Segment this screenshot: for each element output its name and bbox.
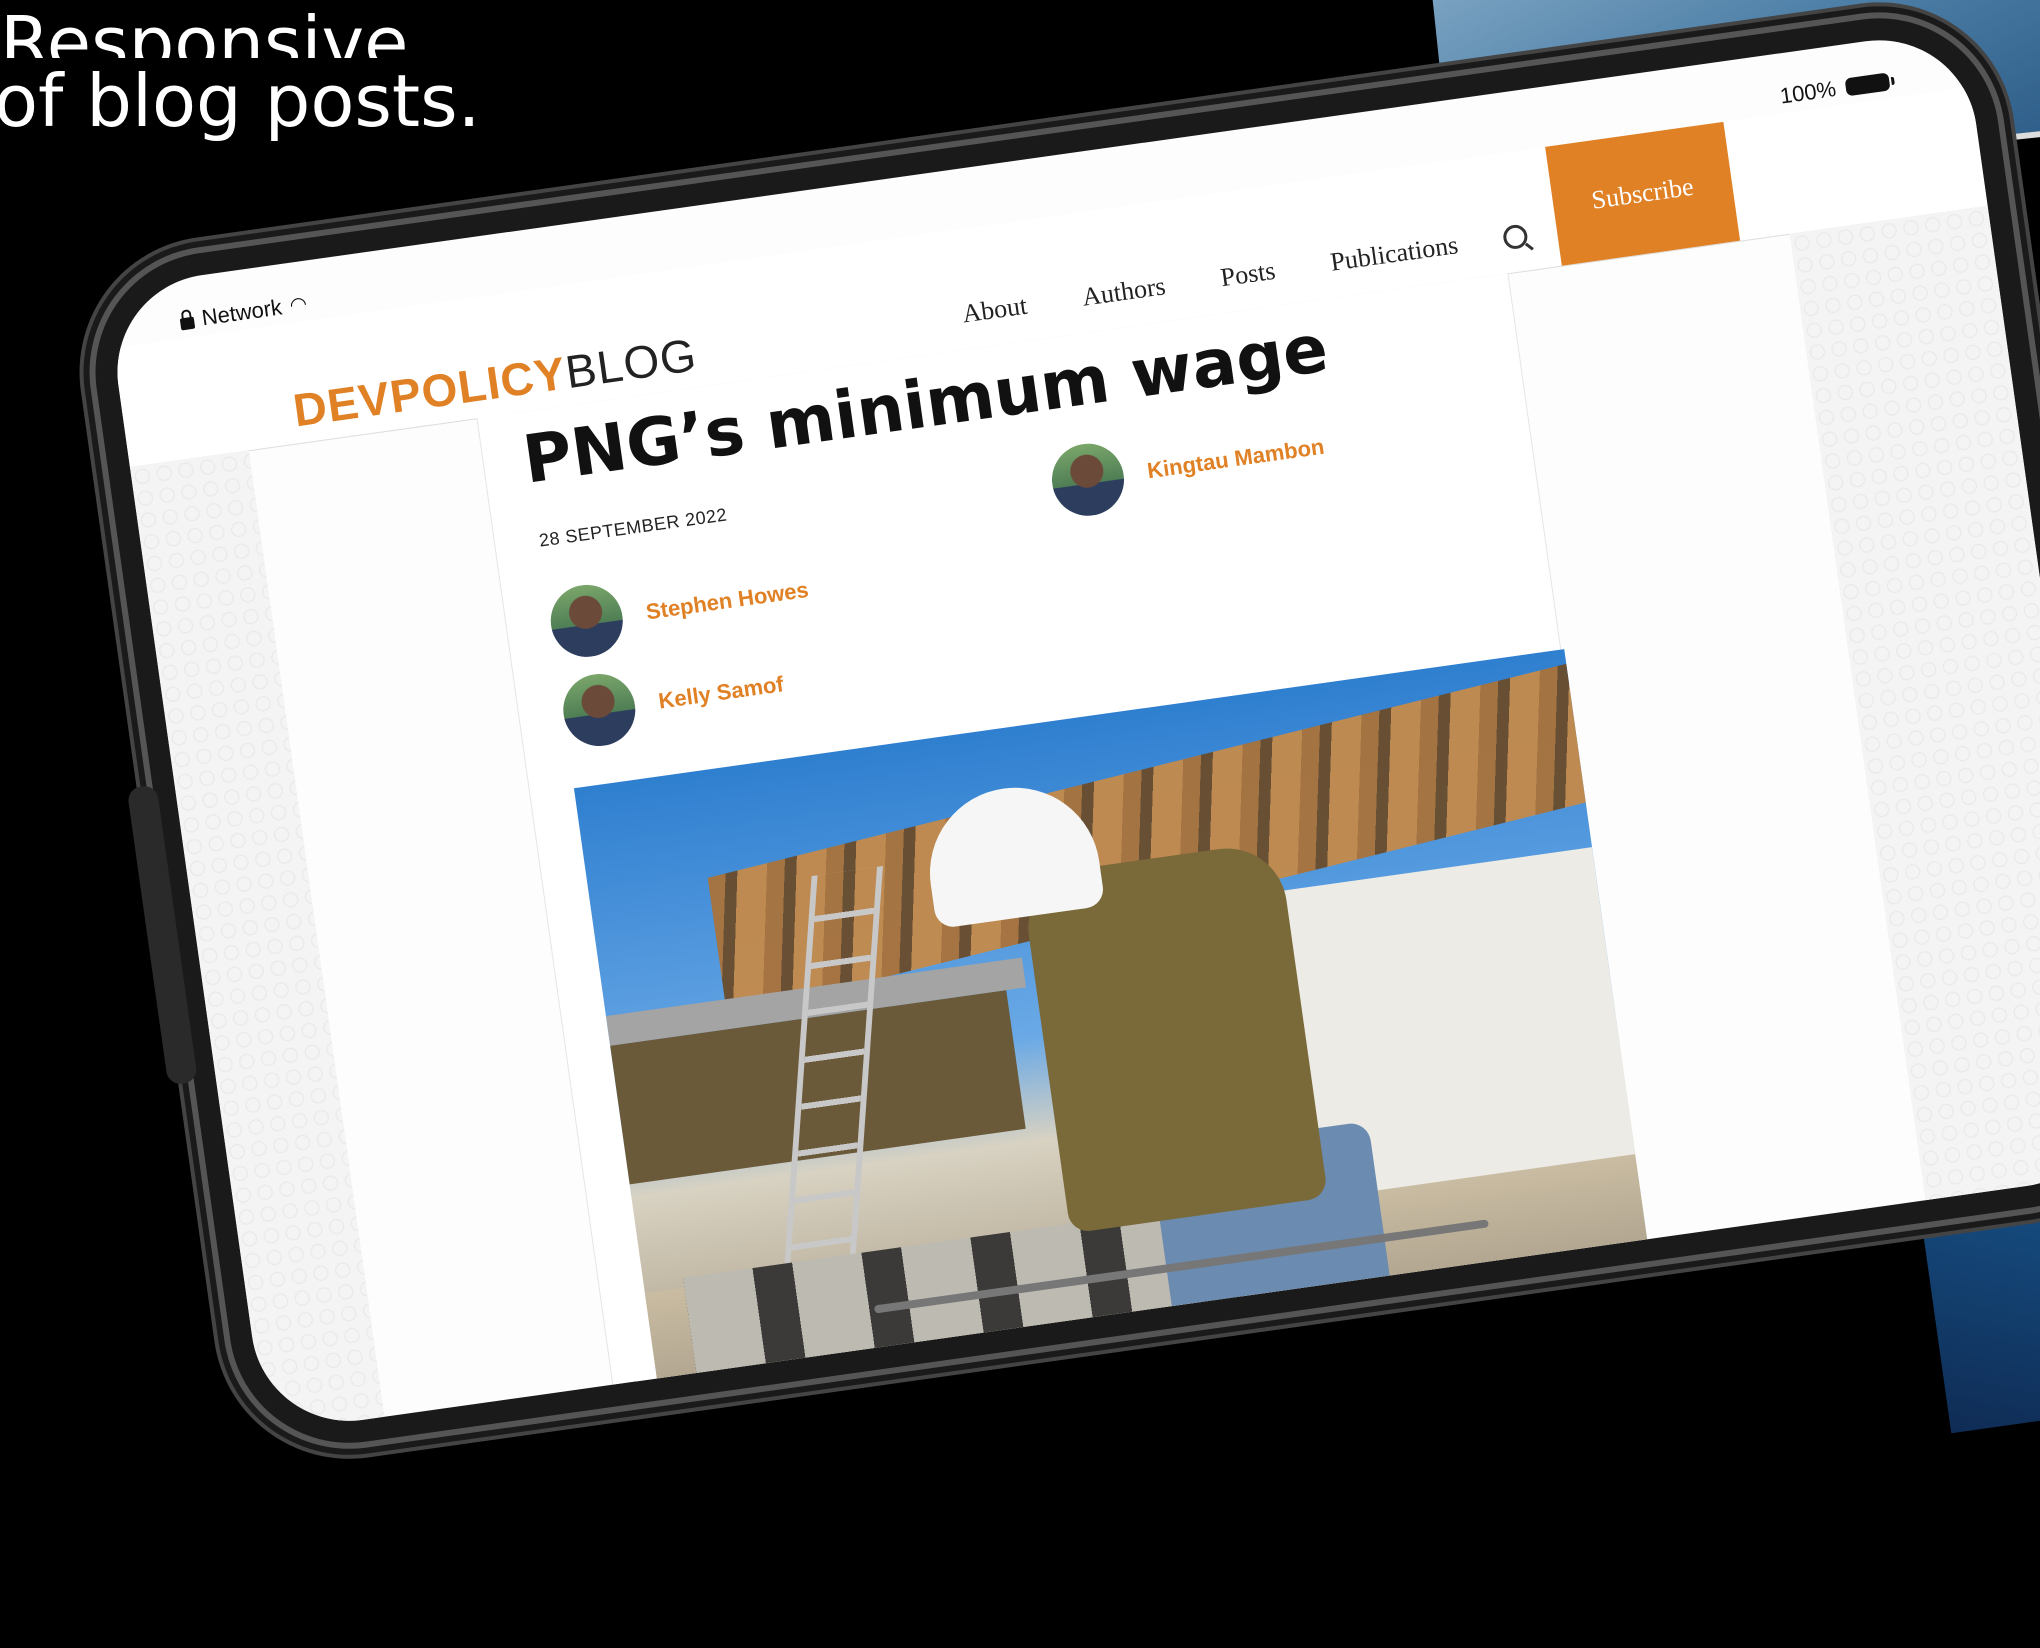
author-stephen-howes[interactable]: Stephen Howes	[546, 554, 813, 662]
tablet-screen: Network ◠ 100% DEVPOLICYBLOG About Autho…	[104, 27, 2040, 1434]
nav-publications[interactable]: Publications	[1329, 230, 1460, 278]
author-kingtau-mambon[interactable]: Kingtau Mambon	[1047, 411, 1329, 521]
battery-icon	[1844, 72, 1891, 97]
post-content: PNG’s minimum wage 28 SEPTEMBER 2022 Ste…	[476, 273, 1661, 1434]
author-name: Kingtau Mambon	[1145, 433, 1326, 484]
battery-percent: 100%	[1778, 75, 1838, 109]
hero-image	[573, 649, 1661, 1434]
nav-about[interactable]: About	[960, 291, 1029, 330]
background-caption-line-2: of blog posts.	[0, 59, 481, 143]
search-icon[interactable]	[1501, 223, 1529, 251]
nav-authors[interactable]: Authors	[1080, 271, 1167, 312]
author-name: Kelly Samof	[656, 671, 786, 714]
logo-part-blog: BLOG	[562, 328, 700, 399]
photo-credit-link[interactable]: (US Pacific Fleet/Flickr)	[1083, 1395, 1262, 1434]
background-caption-line-1: Responsive templates for a variety	[0, 1, 409, 58]
pattern-sidebar-right	[1789, 205, 2040, 1201]
author-name: Stephen Howes	[644, 576, 811, 625]
avatar	[546, 580, 628, 662]
subscribe-button[interactable]: Subscribe	[1545, 121, 1741, 266]
avatar	[558, 669, 640, 751]
lock-icon	[179, 316, 196, 331]
tablet-device: Network ◠ 100% DEVPOLICYBLOG About Autho…	[80, 2, 2040, 1459]
background-caption: Responsive templates for a variety of bl…	[0, 1, 700, 144]
post-date: 28 SEPTEMBER 2022	[537, 504, 729, 551]
author-kelly-samof[interactable]: Kelly Samof	[558, 648, 789, 751]
avatar	[1047, 439, 1129, 521]
wifi-icon: ◠	[288, 292, 309, 318]
nav-posts[interactable]: Posts	[1219, 256, 1278, 293]
